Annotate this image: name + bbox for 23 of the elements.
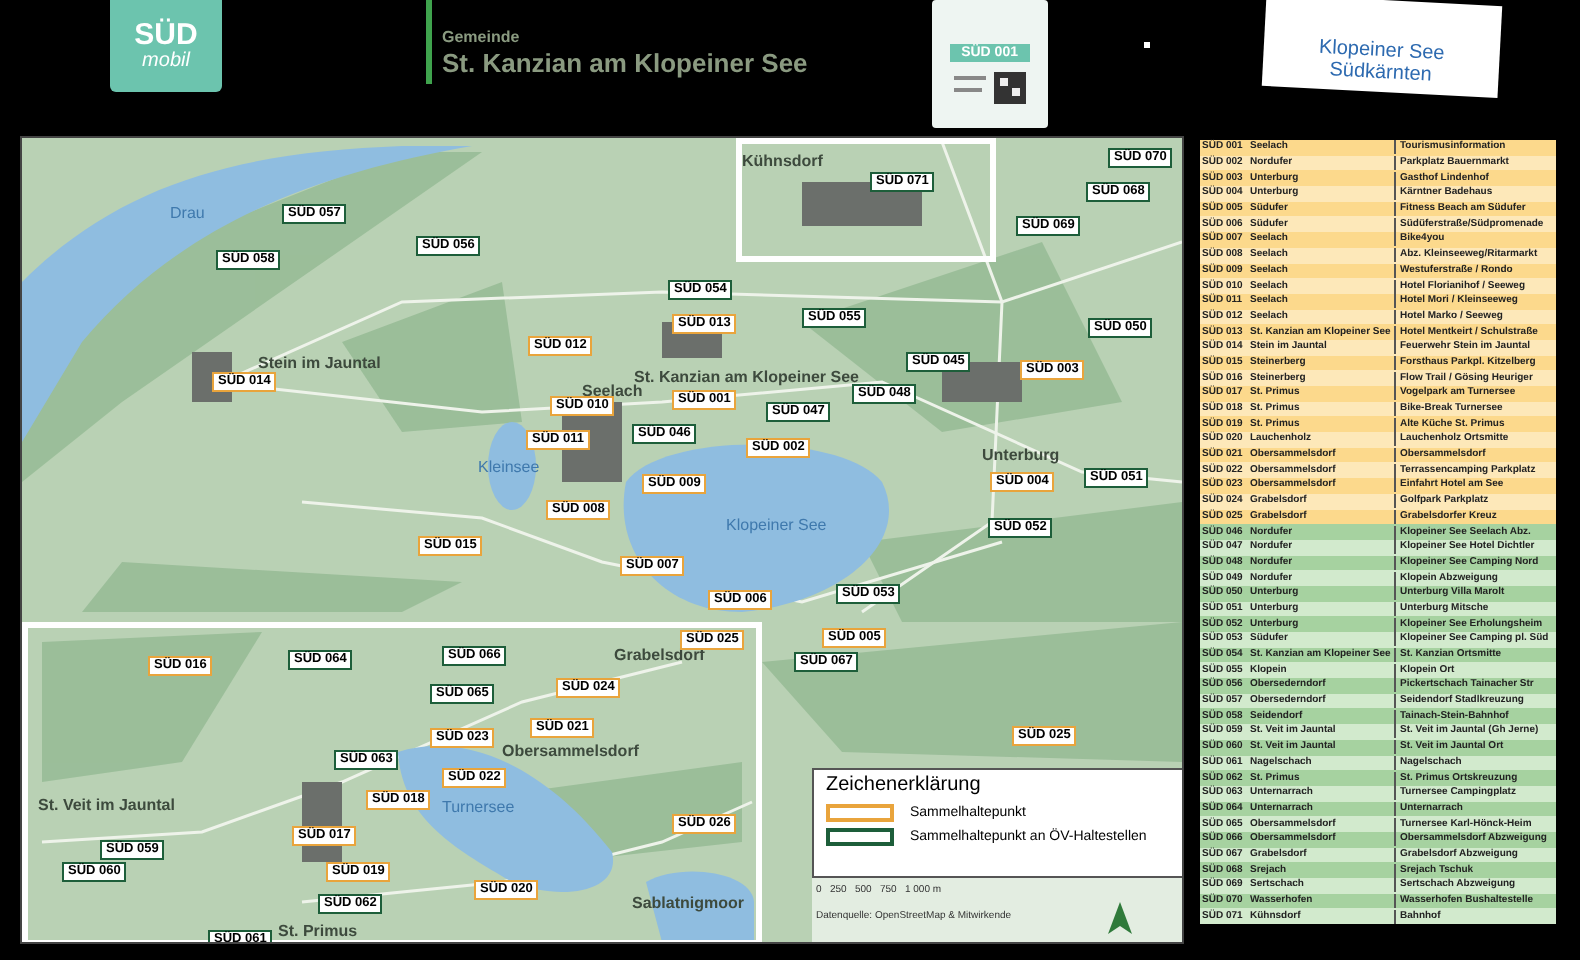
logo-subtext: mobil [142, 50, 190, 72]
place-label: Sablatnigmoor [632, 894, 745, 914]
municipality-label: Gemeinde [442, 28, 522, 48]
place-label: St. Kanzian am Klopeiner See [634, 368, 859, 386]
place-label: Unterburg [982, 446, 1060, 466]
north-arrow-icon [1108, 902, 1132, 934]
place-label: Turnersee [442, 798, 515, 818]
legend-swatch [826, 828, 894, 846]
legend-swatch [826, 804, 894, 822]
place-label: Obersammelsdorf [502, 742, 639, 762]
logo-text: SÜD [134, 20, 198, 50]
place-label: Drau [170, 204, 205, 224]
municipality-title: St. Kanzian am Klopeiner See [442, 48, 808, 80]
place-label: Kleinsee [478, 458, 540, 478]
region-logo-line: Südkärnten [1328, 59, 1432, 87]
place-label: Seelach [582, 382, 643, 400]
place-label: Klopeiner See [726, 516, 827, 536]
legend-title: Zeichenerklärung [826, 774, 983, 798]
place-label: Grabelsdorf [614, 646, 705, 666]
place-label: St. Primus [278, 922, 358, 942]
place-label: Kühnsdorf [742, 152, 823, 172]
place-label: Stein im Jauntal [258, 354, 381, 374]
place-label: St. Veit im Jauntal [38, 796, 175, 816]
